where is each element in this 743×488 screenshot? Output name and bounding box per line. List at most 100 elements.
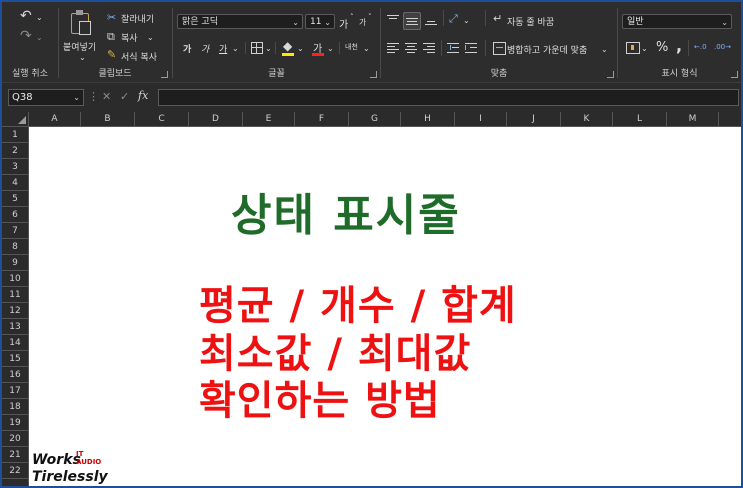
- font-group: 맑은 고딕 ⌄ 11 ⌄ 가 ˄ 가 ˅ 가 가 가 ⌄ ⌄ ◆ ⌄ 가 ⌄ 내…: [173, 2, 380, 82]
- column-header[interactable]: B: [81, 112, 135, 127]
- align-middle-button[interactable]: [403, 12, 421, 30]
- row-header[interactable]: 3: [2, 159, 28, 175]
- row-header[interactable]: 2: [2, 143, 28, 159]
- paste-icon[interactable]: [69, 10, 91, 35]
- enter-icon[interactable]: ✓: [120, 91, 129, 103]
- format-painter-button[interactable]: 서식 복사: [121, 50, 157, 63]
- paste-dropdown-icon[interactable]: ⌄: [79, 52, 86, 64]
- align-center-icon[interactable]: [405, 42, 417, 54]
- merge-center-icon[interactable]: [493, 42, 506, 55]
- row-header[interactable]: 7: [2, 223, 28, 239]
- alignment-launcher-icon[interactable]: [607, 71, 614, 78]
- row-header[interactable]: 13: [2, 319, 28, 335]
- row-header[interactable]: 1: [2, 127, 28, 143]
- increase-indent-icon[interactable]: [465, 42, 477, 54]
- row-header[interactable]: 8: [2, 239, 28, 255]
- percent-button[interactable]: %: [656, 40, 668, 55]
- copy-dropdown-icon[interactable]: ⌄: [147, 32, 154, 44]
- currency-dropdown-icon[interactable]: ⌄: [641, 43, 648, 55]
- row-header[interactable]: 11: [2, 287, 28, 303]
- formula-input[interactable]: [158, 89, 739, 106]
- merge-center-button[interactable]: 병합하고 가운데 맞춤: [507, 43, 587, 56]
- align-bottom-icon[interactable]: [425, 14, 437, 26]
- row-header[interactable]: 4: [2, 175, 28, 191]
- border-dropdown-icon[interactable]: ⌄: [265, 43, 272, 55]
- underline-button[interactable]: 가: [219, 42, 227, 55]
- wrap-text-button[interactable]: 자동 줄 바꿈: [507, 15, 554, 28]
- fill-color-icon[interactable]: ◆: [283, 40, 292, 52]
- currency-icon[interactable]: [626, 42, 640, 54]
- row-header[interactable]: 12: [2, 303, 28, 319]
- row-header[interactable]: 5: [2, 191, 28, 207]
- phonetic-dropdown-icon[interactable]: ⌄: [363, 43, 370, 55]
- row-header[interactable]: 17: [2, 383, 28, 399]
- column-header[interactable]: A: [29, 112, 81, 127]
- cut-icon[interactable]: ✂: [107, 12, 116, 24]
- column-header[interactable]: M: [667, 112, 719, 127]
- row-header[interactable]: 15: [2, 351, 28, 367]
- column-header[interactable]: L: [613, 112, 667, 127]
- column-header[interactable]: J: [507, 112, 561, 127]
- cancel-icon[interactable]: ✕: [102, 91, 111, 103]
- align-right-icon[interactable]: [423, 42, 435, 54]
- orientation-icon[interactable]: ⤢: [449, 13, 458, 25]
- row-header[interactable]: 6: [2, 207, 28, 223]
- column-header[interactable]: F: [295, 112, 349, 127]
- font-name-combo[interactable]: 맑은 고딕 ⌄: [177, 14, 303, 29]
- redo-icon[interactable]: ↷: [20, 29, 32, 43]
- name-box[interactable]: Q38 ⌄: [8, 89, 84, 106]
- redo-dropdown-icon[interactable]: ⌄: [36, 32, 43, 44]
- column-header[interactable]: C: [135, 112, 189, 127]
- font-color-dropdown-icon[interactable]: ⌄: [327, 43, 334, 55]
- wrap-text-icon[interactable]: ↵: [493, 13, 502, 25]
- fill-color-dropdown-icon[interactable]: ⌄: [297, 43, 304, 55]
- row-header[interactable]: 10: [2, 271, 28, 287]
- clipboard-launcher-icon[interactable]: [161, 71, 168, 78]
- copy-button[interactable]: 복사: [121, 31, 138, 44]
- column-header[interactable]: G: [349, 112, 401, 127]
- row-header[interactable]: 16: [2, 367, 28, 383]
- copy-icon[interactable]: ⧉: [107, 31, 115, 43]
- align-top-icon[interactable]: [387, 14, 399, 26]
- cut-button[interactable]: 잘라내기: [121, 12, 154, 25]
- align-left-icon[interactable]: [387, 42, 399, 54]
- font-size-combo[interactable]: 11 ⌄: [305, 14, 335, 29]
- row-header[interactable]: 9: [2, 255, 28, 271]
- number-format-combo[interactable]: 일반 ⌄: [622, 14, 732, 29]
- font-name-dropdown-icon[interactable]: ⌄: [292, 15, 299, 30]
- column-header[interactable]: E: [243, 112, 295, 127]
- italic-button[interactable]: 가: [201, 42, 209, 55]
- row-header[interactable]: 20: [2, 431, 28, 447]
- decrease-decimal-icon[interactable]: .00→: [714, 43, 731, 51]
- number-launcher-icon[interactable]: [731, 71, 738, 78]
- insert-function-button[interactable]: fx: [138, 90, 148, 102]
- row-header[interactable]: 18: [2, 399, 28, 415]
- column-header[interactable]: H: [401, 112, 455, 127]
- row-header[interactable]: 14: [2, 335, 28, 351]
- row-header[interactable]: 21: [2, 447, 28, 463]
- increase-decimal-icon[interactable]: ←.0: [694, 43, 707, 51]
- row-header[interactable]: 22: [2, 463, 28, 479]
- orientation-dropdown-icon[interactable]: ⌄: [463, 15, 470, 27]
- merge-dropdown-icon[interactable]: ⌄: [601, 44, 608, 56]
- phonetic-button[interactable]: 내천: [345, 42, 358, 52]
- number-format-dropdown-icon[interactable]: ⌄: [721, 15, 728, 30]
- decrease-indent-icon[interactable]: [447, 42, 459, 54]
- name-box-dropdown-icon[interactable]: ⌄: [73, 90, 80, 105]
- font-size-dropdown-icon[interactable]: ⌄: [324, 15, 331, 30]
- undo-dropdown-icon[interactable]: ⌄: [36, 12, 43, 24]
- undo-icon[interactable]: ↶: [20, 9, 32, 23]
- font-launcher-icon[interactable]: [370, 71, 377, 78]
- comma-button[interactable]: ,: [676, 36, 682, 55]
- column-header[interactable]: D: [189, 112, 243, 127]
- row-header[interactable]: 19: [2, 415, 28, 431]
- shrink-font-button[interactable]: 가: [359, 17, 366, 28]
- select-all-button[interactable]: [2, 112, 29, 127]
- format-painter-icon[interactable]: ✎: [107, 49, 116, 61]
- grow-font-button[interactable]: 가: [339, 16, 348, 31]
- underline-dropdown-icon[interactable]: ⌄: [232, 43, 239, 55]
- column-header[interactable]: I: [455, 112, 507, 127]
- border-icon[interactable]: [251, 42, 263, 54]
- bold-button[interactable]: 가: [183, 42, 191, 55]
- column-header[interactable]: K: [561, 112, 613, 127]
